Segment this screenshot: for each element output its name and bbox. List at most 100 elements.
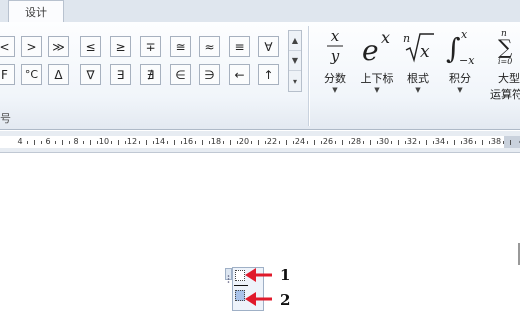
symbol-contains[interactable]: ∋ <box>199 64 220 85</box>
radical-icon-index: n <box>403 32 410 45</box>
grip-dots-icon <box>227 275 230 283</box>
large-operator-label-1: 大型 <box>498 72 520 85</box>
ruler-tick <box>461 141 462 144</box>
script-icon-exponent: x <box>381 28 390 47</box>
ruler-tick <box>447 141 448 144</box>
ruler-tick <box>27 141 28 144</box>
ruler-number: 20 <box>238 137 250 146</box>
ruler-number: 24 <box>294 137 306 146</box>
gallery-expand-icon[interactable]: ▾ <box>289 71 301 91</box>
script-icon: e x <box>362 28 390 67</box>
gallery-scrollbar[interactable]: ▲ ▼ ▾ <box>288 30 302 92</box>
symbol-delta[interactable]: Δ <box>48 64 69 85</box>
symbol-exists[interactable]: ∃ <box>110 64 131 85</box>
symbol-less-than[interactable]: < <box>0 36 15 57</box>
ruler-tick <box>377 141 378 144</box>
fraction-dropdown-icon: ▼ <box>332 86 338 94</box>
fraction-button[interactable]: x y 分数 ▼ <box>318 26 352 94</box>
radical-icon-arg: x <box>420 42 430 62</box>
ruler-number: 38 <box>490 137 502 146</box>
ruler-number: 26 <box>322 137 334 146</box>
gallery-scroll-down-icon[interactable]: ▼ <box>289 51 301 71</box>
symbol-less-equal[interactable]: ≤ <box>80 36 101 57</box>
ruler-tick <box>503 141 504 144</box>
symbol-greater-than[interactable]: > <box>21 36 42 57</box>
symbol-not-exists[interactable]: ∄ <box>140 64 161 85</box>
radical-label: 根式 <box>407 72 429 85</box>
symbol-congruent[interactable]: ≅ <box>170 36 191 57</box>
ruler-tick <box>125 141 126 144</box>
symbol-nabla[interactable]: ∇ <box>80 64 101 85</box>
symbol-element-of[interactable]: ∈ <box>170 64 191 85</box>
ruler-number: 22 <box>266 137 278 146</box>
symbol-greater-equal[interactable]: ≥ <box>110 36 131 57</box>
ruler-tick <box>398 140 399 145</box>
integral-label: 积分 <box>449 72 471 85</box>
radical-icon: n x <box>403 32 434 63</box>
ruler-tick <box>237 141 238 144</box>
ribbon-tab-strip <box>0 0 520 23</box>
integral-icon: ∫ x −x <box>446 28 475 67</box>
symbol-for-all[interactable]: ∀ <box>258 36 279 57</box>
ruler-tick <box>335 141 336 144</box>
ruler-number: 30 <box>378 137 390 146</box>
ruler-tick <box>209 141 210 144</box>
fraction-icon-denominator: y <box>330 47 340 65</box>
fraction-label: 分数 <box>324 72 346 85</box>
callout-arrows <box>245 268 272 306</box>
ruler-tick <box>454 140 455 145</box>
ruler-tick <box>139 141 140 144</box>
ruler-tick <box>97 141 98 144</box>
gallery-scroll-up-icon[interactable]: ▲ <box>289 31 301 51</box>
script-label: 上下标 <box>360 72 394 85</box>
ruler-number: 34 <box>434 137 446 146</box>
ruler-tick <box>83 141 84 144</box>
fraction-icon-numerator: x <box>331 27 340 45</box>
ruler-tick <box>342 140 343 145</box>
ruler-number: 8 <box>73 137 79 146</box>
ruler-number: 6 <box>45 137 51 146</box>
symbol-fahrenheit[interactable]: F <box>0 64 15 85</box>
ruler-tick <box>62 140 63 145</box>
ruler-number: 4 <box>17 137 23 146</box>
ruler-tick <box>419 141 420 144</box>
ruler-number: 12 <box>126 137 138 146</box>
ruler-tick <box>146 140 147 145</box>
ruler-marks: 46810121416182022242628303234363840 <box>0 136 520 148</box>
ruler-tick <box>426 140 427 145</box>
script-dropdown-icon: ▼ <box>374 86 380 94</box>
integral-icon-lower: −x <box>459 54 475 66</box>
ruler-tick <box>153 141 154 144</box>
symbol-left-arrow[interactable]: ← <box>229 64 250 85</box>
symbol-celsius[interactable]: °C <box>21 64 42 85</box>
group-divider-highlight <box>309 26 310 126</box>
ruler-number: 10 <box>98 137 110 146</box>
radical-button[interactable]: n x 根式 ▼ <box>400 26 436 94</box>
arrow-1-icon <box>245 268 272 282</box>
callout-label-2: 2 <box>280 291 291 309</box>
symbol-approx[interactable]: ≈ <box>199 36 220 57</box>
large-operator-label-2: 运算符 <box>490 88 520 101</box>
ruler-tick <box>265 141 266 144</box>
ruler-tick <box>55 141 56 144</box>
ruler-tick <box>258 140 259 145</box>
integral-button[interactable]: ∫ x −x 积分 ▼ <box>442 26 478 94</box>
ruler-tick <box>405 141 406 144</box>
script-button[interactable]: e x 上下标 ▼ <box>356 26 398 94</box>
ruler-tick <box>195 141 196 144</box>
symbol-up-arrow[interactable]: ↑ <box>258 64 279 85</box>
ruler-tick <box>321 141 322 144</box>
ruler-tick <box>363 141 364 144</box>
large-operator-button[interactable]: n ∑ i=0 大型 运算符 <box>488 26 520 102</box>
ruler-tick <box>307 141 308 144</box>
symbol-minus-plus[interactable]: ∓ <box>140 36 161 57</box>
ruler-tick <box>482 140 483 145</box>
ruler-tick <box>202 140 203 145</box>
equation-move-handle[interactable] <box>225 268 232 283</box>
symbol-much-greater[interactable]: ≫ <box>48 36 69 57</box>
ruler-tick <box>349 141 350 144</box>
ruler-tick <box>475 141 476 144</box>
tab-design[interactable]: 设计 <box>8 0 64 22</box>
ruler-tick <box>118 140 119 145</box>
symbol-identical[interactable]: ≡ <box>229 36 250 57</box>
